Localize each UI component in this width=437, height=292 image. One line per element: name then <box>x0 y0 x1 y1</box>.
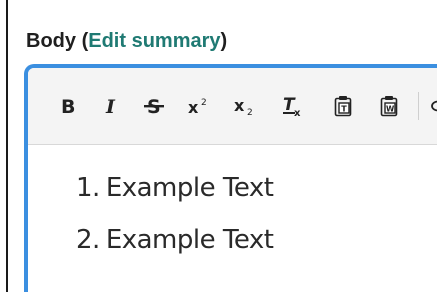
list-item: 2. Example Text <box>76 223 274 275</box>
list-item-text: Example Text <box>105 173 274 203</box>
link-button[interactable] <box>428 94 437 118</box>
edit-summary-link[interactable]: Edit summary <box>88 30 220 52</box>
svg-text:2: 2 <box>201 98 207 108</box>
paste-word-icon: W <box>379 95 399 117</box>
field-label-text: Body <box>26 30 76 52</box>
svg-text:I: I <box>105 96 116 116</box>
page: Body (Edit summary) B I S x 2 x 2 T x T … <box>0 0 437 292</box>
list-item: 1. Example Text <box>76 171 274 223</box>
italic-button[interactable]: I <box>102 94 122 118</box>
list-item-number: 1. <box>76 173 100 203</box>
paste-word-button[interactable]: W <box>378 94 400 118</box>
paste-text-button[interactable]: T <box>332 94 354 118</box>
editor-content[interactable]: 1. Example Text 2. Example Text <box>28 145 437 292</box>
subscript-button[interactable]: x 2 <box>232 94 258 118</box>
strikethrough-icon: S <box>143 96 165 116</box>
rich-text-editor[interactable]: B I S x 2 x 2 T x T W 1. Example Text 2.… <box>24 64 437 292</box>
remove-format-button[interactable]: T x <box>280 94 306 118</box>
superscript-icon: x 2 <box>187 96 211 116</box>
svg-text:W: W <box>386 105 395 114</box>
superscript-button[interactable]: x 2 <box>186 94 212 118</box>
remove-format-icon: T x <box>281 95 305 117</box>
paste-text-icon: T <box>333 95 353 117</box>
bold-icon: B <box>60 96 76 116</box>
ordered-list: 1. Example Text 2. Example Text <box>76 171 274 275</box>
toolbar-separator <box>418 92 419 120</box>
list-item-number: 2. <box>76 225 100 255</box>
svg-text:x: x <box>188 98 199 116</box>
field-label: Body (Edit summary) <box>26 30 227 53</box>
subscript-icon: x 2 <box>233 96 257 116</box>
close-paren: ) <box>220 30 228 52</box>
link-icon <box>428 96 437 116</box>
list-item-text: Example Text <box>105 225 274 255</box>
strikethrough-button[interactable]: S <box>142 94 166 118</box>
svg-text:B: B <box>61 96 75 116</box>
italic-icon: I <box>104 96 120 116</box>
svg-text:2: 2 <box>247 108 253 116</box>
svg-text:x: x <box>294 108 301 117</box>
bold-button[interactable]: B <box>58 94 78 118</box>
svg-text:T: T <box>341 105 347 114</box>
svg-text:x: x <box>234 96 245 115</box>
editor-toolbar: B I S x 2 x 2 T x T W <box>28 68 437 145</box>
left-divider <box>6 0 8 292</box>
